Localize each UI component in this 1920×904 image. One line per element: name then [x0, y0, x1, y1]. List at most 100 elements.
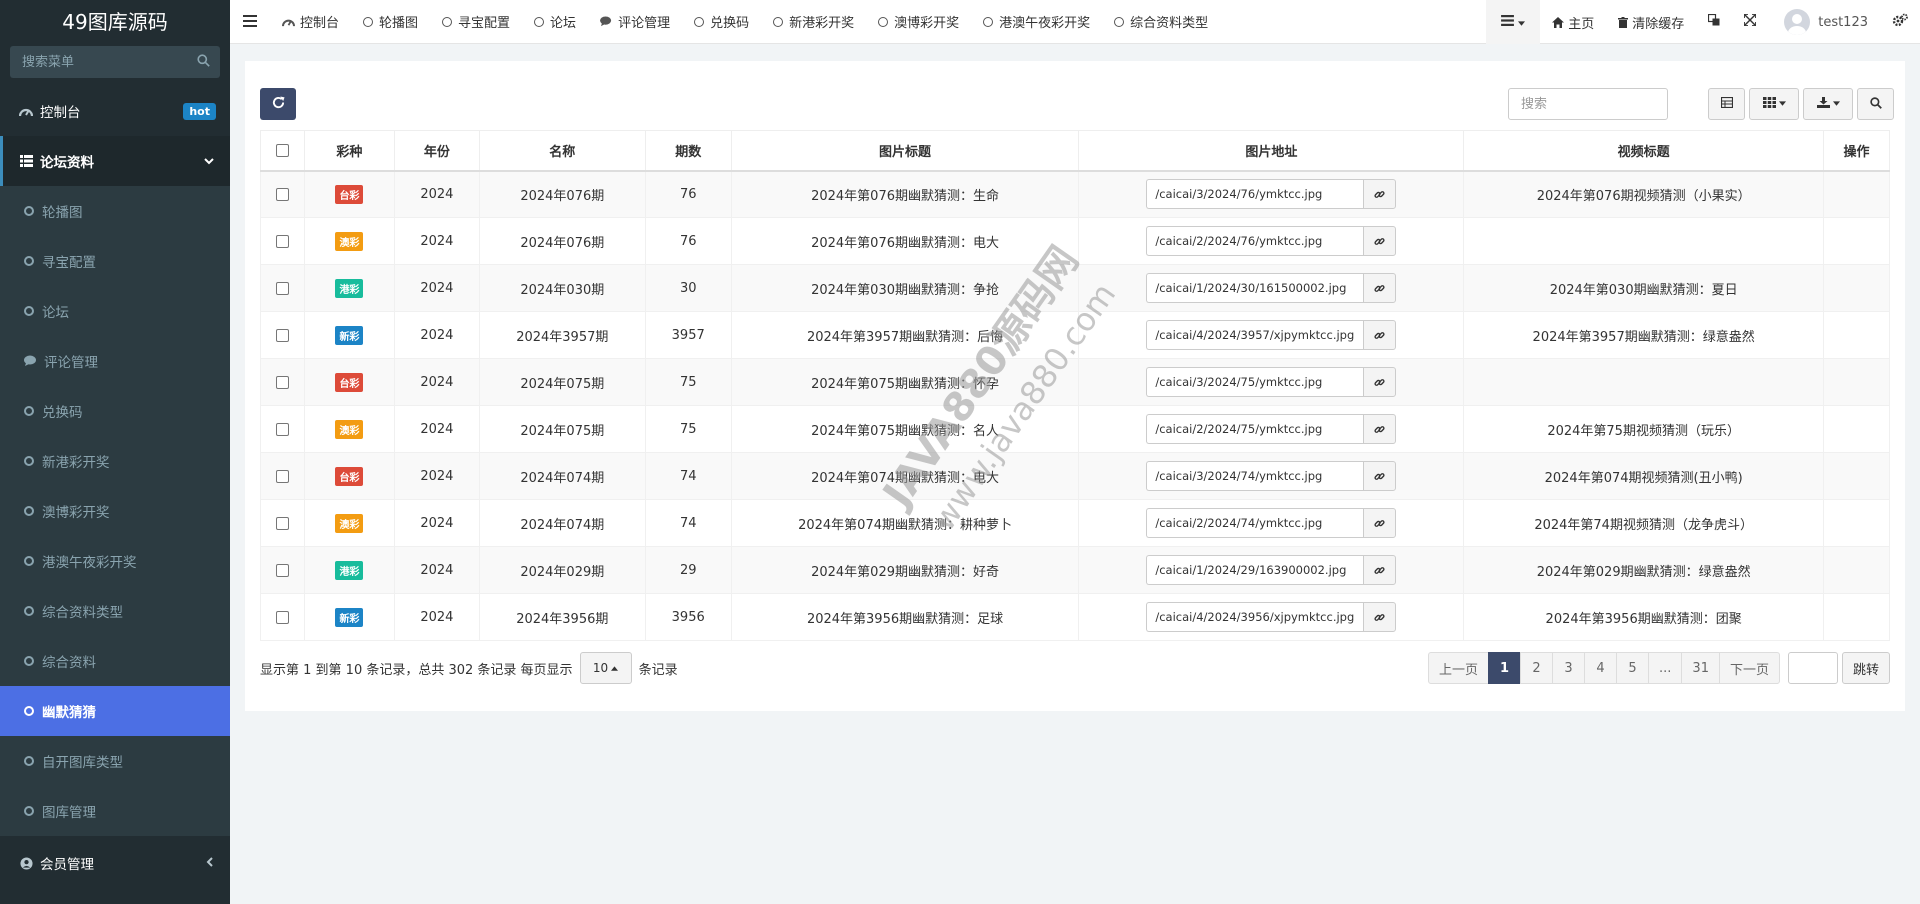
table-row[interactable]: 港彩 20242024年030期302024年第030期幽默猜测：争抢 2024年第… [260, 264, 1890, 312]
link-button[interactable] [1363, 273, 1397, 303]
tabs-menu-button[interactable] [1486, 0, 1541, 44]
menu-toggle-icon[interactable] [230, 12, 270, 31]
columns-button[interactable] [1749, 88, 1799, 120]
column-header[interactable]: 图片标题 [730, 130, 1080, 172]
image-url-input[interactable] [1146, 461, 1364, 491]
sidebar-search-input[interactable] [10, 46, 220, 78]
jump-button[interactable]: 跳转 [1841, 652, 1890, 684]
image-url-input[interactable] [1146, 273, 1364, 303]
tab-redeem[interactable]: 兑换码 [682, 0, 761, 44]
sidebar-item-treasure[interactable]: 寻宝配置 [0, 236, 230, 286]
table-row[interactable]: 台彩 2024 2024年075期 75 2024年第075期幽默猜测：怀孕 [260, 358, 1890, 406]
image-url-input[interactable] [1146, 367, 1364, 397]
tab-treasure[interactable]: 寻宝配置 [430, 0, 522, 44]
tab-info-types[interactable]: 综合资料类型 [1102, 0, 1220, 44]
table-row[interactable]: 澳彩 20242024年074期742024年第074期幽默猜测：耕种萝卜 2024… [260, 499, 1890, 547]
export-button[interactable] [1803, 88, 1853, 120]
tab-banner[interactable]: 轮播图 [351, 0, 430, 44]
link-button[interactable] [1363, 555, 1397, 585]
select-all-checkbox[interactable] [275, 143, 289, 157]
tab-ab-lottery[interactable]: 澳博彩开奖 [866, 0, 971, 44]
search-icon[interactable] [197, 54, 210, 71]
tab-forum[interactable]: 论坛 [522, 0, 588, 44]
sidebar-item-ab-lottery[interactable]: 澳博彩开奖 [0, 486, 230, 536]
sidebar-item-xg-lottery[interactable]: 新港彩开奖 [0, 436, 230, 486]
row-checkbox[interactable] [275, 234, 289, 248]
image-url-input[interactable] [1146, 414, 1364, 444]
column-header[interactable]: 图片地址 [1078, 130, 1465, 172]
sidebar-item-members[interactable]: 会员管理 [0, 836, 230, 890]
fullscreen-button[interactable] [1732, 0, 1768, 44]
home-link[interactable]: 主页 [1540, 0, 1606, 44]
refresh-button[interactable] [260, 88, 296, 120]
table-row[interactable]: 新彩 20242024年3957期39572024年第3957期幽默猜测：后悔 20… [260, 311, 1890, 359]
user-menu[interactable]: test123 [1768, 0, 1884, 44]
link-button[interactable] [1363, 226, 1397, 256]
link-button[interactable] [1363, 320, 1397, 350]
page-button[interactable]: 31 [1681, 652, 1720, 684]
prev-page-button[interactable]: 上一页 [1428, 652, 1490, 684]
link-button[interactable] [1363, 179, 1397, 210]
column-header[interactable]: 期数 [644, 130, 732, 172]
tab-xg-lottery[interactable]: 新港彩开奖 [761, 0, 866, 44]
column-header[interactable]: 年份 [393, 130, 480, 172]
page-button[interactable]: 2 [1520, 652, 1554, 684]
table-row[interactable]: 澳彩 20242024年075期752024年第075期幽默猜测：名人 2024年第… [260, 405, 1890, 453]
sidebar-item-banner[interactable]: 轮播图 [0, 186, 230, 236]
image-url-input[interactable] [1146, 320, 1364, 350]
image-url-input[interactable] [1146, 555, 1364, 585]
image-url-input[interactable] [1146, 508, 1364, 538]
settings-button[interactable] [1884, 0, 1920, 44]
app-logo[interactable]: 49图库源码 [0, 0, 230, 44]
row-checkbox[interactable] [275, 328, 289, 342]
image-url-input[interactable] [1146, 226, 1364, 256]
column-header[interactable]: 彩种 [303, 130, 395, 172]
tab-comments[interactable]: 评论管理 [588, 0, 682, 44]
table-row[interactable]: 台彩 20242024年076期762024年第076期幽默猜测：生命 2024年第… [260, 170, 1890, 218]
sidebar-item-gallery[interactable]: 图库管理 [0, 786, 230, 836]
row-checkbox[interactable] [275, 610, 289, 624]
page-button[interactable]: 5 [1616, 652, 1650, 684]
link-button[interactable] [1363, 508, 1397, 538]
link-button[interactable] [1363, 461, 1397, 491]
row-checkbox[interactable] [275, 422, 289, 436]
image-url-input[interactable] [1146, 179, 1364, 210]
tab-dashboard[interactable]: 控制台 [270, 0, 351, 44]
table-search-input[interactable] [1508, 88, 1668, 120]
row-checkbox[interactable] [275, 375, 289, 389]
sidebar-item-forum-group[interactable]: 论坛资料 [0, 136, 230, 186]
page-button[interactable]: 3 [1552, 652, 1586, 684]
column-header[interactable]: 视频标题 [1463, 130, 1824, 172]
link-button[interactable] [1363, 602, 1397, 632]
link-button[interactable] [1363, 367, 1397, 397]
sidebar-item-humor-guess[interactable]: 幽默猜猜 [0, 686, 230, 736]
page-button[interactable]: 1 [1488, 652, 1522, 684]
sidebar-item-dashboard[interactable]: 控制台 hot [0, 86, 230, 136]
toggle-view-button[interactable] [1708, 88, 1745, 120]
clear-cache-button[interactable]: 清除缓存 [1606, 0, 1696, 44]
column-header[interactable]: 名称 [478, 130, 646, 172]
row-checkbox[interactable] [275, 469, 289, 483]
table-row[interactable]: 新彩 20242024年3956期39562024年第3956期幽默猜测：足球 20… [260, 593, 1890, 641]
sidebar-item-gallery-types[interactable]: 自开图库类型 [0, 736, 230, 786]
table-row[interactable]: 港彩 20242024年029期292024年第029期幽默猜测：好奇 2024年第… [260, 546, 1890, 594]
sidebar-item-info-types[interactable]: 综合资料类型 [0, 586, 230, 636]
translate-button[interactable] [1696, 0, 1732, 44]
page-size-select[interactable]: 10 [579, 652, 632, 684]
table-row[interactable]: 澳彩 2024 2024年076期 76 2024年第076期幽默猜测：电大 [260, 217, 1890, 265]
next-page-button[interactable]: 下一页 [1718, 652, 1780, 684]
sidebar-item-info[interactable]: 综合资料 [0, 636, 230, 686]
row-checkbox[interactable] [275, 563, 289, 577]
table-row[interactable]: 台彩 20242024年074期742024年第074期幽默猜测：电大 2024年第… [260, 452, 1890, 500]
sidebar-item-comments[interactable]: 评论管理 [0, 336, 230, 386]
jump-page-input[interactable] [1787, 652, 1838, 684]
image-url-input[interactable] [1146, 602, 1364, 632]
search-button[interactable] [1857, 88, 1894, 120]
sidebar-item-midnight-lottery[interactable]: 港澳午夜彩开奖 [0, 536, 230, 586]
sidebar-item-forum[interactable]: 论坛 [0, 286, 230, 336]
row-checkbox[interactable] [275, 281, 289, 295]
row-checkbox[interactable] [275, 187, 289, 201]
link-button[interactable] [1363, 414, 1397, 444]
page-button[interactable]: 4 [1584, 652, 1618, 684]
sidebar-item-redeem[interactable]: 兑换码 [0, 386, 230, 436]
